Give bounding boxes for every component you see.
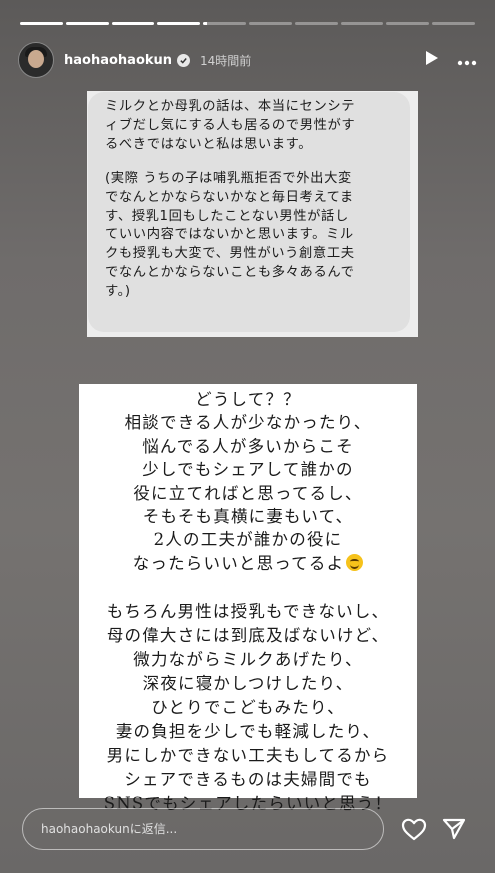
answer-line: 深夜に寝かしつけしたり、 — [142, 674, 354, 693]
reply-input[interactable] — [23, 809, 383, 849]
answer-line: なったらいいと思ってるよ — [132, 553, 345, 573]
progress-segment — [340, 22, 384, 25]
answer-line: 役に立てればと思ってるし、 — [133, 483, 363, 503]
question-line: クも授乳も大変で、男性がいう創意工夫 — [105, 246, 355, 262]
username[interactable]: haohaohaokun — [64, 53, 172, 68]
header-actions — [425, 50, 477, 70]
question-line: るべきではないと私は思います。 — [105, 136, 313, 152]
avatar-face — [28, 50, 44, 68]
progress-segment — [248, 22, 292, 25]
send-icon[interactable] — [442, 818, 466, 844]
progress-segment — [294, 22, 338, 25]
answer-line: 悩んでる人が多いからこそ — [142, 436, 354, 456]
verified-badge-icon — [177, 53, 191, 67]
progress-segment — [386, 22, 430, 25]
progress-segment — [432, 22, 475, 25]
smiling-face-emoji-icon — [346, 553, 364, 571]
question-line: でなんとかならないかなと毎日考えてま — [105, 189, 354, 205]
question-paragraph-2: (実際 うちの子は哺乳瓶拒否で外出大変 でなんとかならないかなと毎日考えてま す… — [105, 170, 405, 302]
answer-line: 妻の負担を少しでも軽減したり、 — [115, 722, 381, 741]
story-viewer: haohaohaokun 14時間前 ミルクとか母乳の話は、本当にセンシテ ィブ… — [0, 0, 495, 873]
answer-line: ひとりでこどもみたり、 — [151, 698, 345, 717]
heart-icon[interactable] — [401, 818, 427, 845]
question-line: す、授乳1回もしたことない男性が話し — [105, 208, 349, 224]
answer-line: 母の偉大さには到底及ばないけど、 — [106, 626, 390, 645]
question-line: でなんとかならないことも多々あるんで — [105, 264, 355, 280]
progress-segment — [65, 22, 109, 25]
story-header: haohaohaokun 14時間前 — [18, 42, 477, 78]
answer-line: 男にしかできない工夫もしてるから — [106, 746, 390, 765]
progress-segment — [203, 22, 246, 25]
answer-line: どうして？？ — [195, 390, 301, 409]
progress-fill — [157, 22, 201, 25]
progress-segment — [157, 22, 201, 25]
answer-line: 少しでもシェアして誰かの — [142, 460, 354, 480]
question-line: ていい内容ではないかと思います。ミル — [105, 227, 354, 243]
avatar[interactable] — [18, 42, 54, 78]
answer-line: 微力ながらミルクあげたり、 — [133, 650, 363, 669]
answer-line: そもそも真横に妻もいて、 — [142, 507, 354, 527]
answer-line: シェアできるものは夫婦間でも — [124, 770, 372, 789]
progress-segment — [111, 22, 155, 25]
progress-fill — [20, 22, 63, 25]
question-line: す。) — [105, 283, 131, 299]
story-progress-bar — [20, 22, 475, 25]
question-line: ィブだし気にする人も居るので男性がす — [105, 117, 356, 133]
answer-line: 2人の工夫が誰かの役に — [153, 530, 343, 550]
answer-paragraph-1: どうして？？ 相談できる人が少なかったり、 悩んでる人が多いからこそ 少しでもシ… — [79, 388, 417, 575]
progress-fill — [111, 22, 155, 25]
answer-paragraph-2: もちろん男性は授乳もできないし、 母の偉大さには到底及ばないけど、 微力ながらミ… — [79, 600, 417, 816]
question-paragraph-1: ミルクとか母乳の話は、本当にセンシテ ィブだし気にする人も居るので男性がす るべ… — [105, 98, 405, 154]
progress-fill — [203, 22, 208, 25]
play-icon[interactable] — [425, 50, 439, 70]
post-time: 14時間前 — [200, 53, 252, 68]
progress-segment — [20, 22, 63, 25]
progress-fill — [65, 22, 109, 25]
story-footer — [0, 806, 495, 856]
more-options-icon[interactable] — [457, 51, 477, 70]
question-line: (実際 うちの子は哺乳瓶拒否で外出大変 — [105, 171, 352, 186]
question-line: ミルクとか母乳の話は、本当にセンシテ — [105, 99, 356, 114]
answer-line: もちろん男性は授乳もできないし、 — [106, 602, 390, 621]
reply-box[interactable] — [22, 808, 384, 850]
answer-line: 相談できる人が少なかったり、 — [124, 413, 372, 433]
